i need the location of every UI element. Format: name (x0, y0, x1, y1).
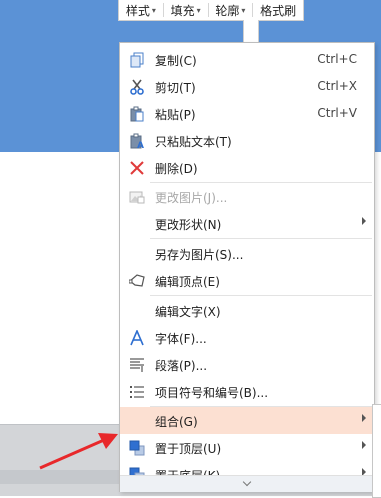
paragraph-icon (128, 356, 146, 374)
shortcut-text: Ctrl+V (317, 106, 357, 120)
send-to-back-icon (128, 466, 146, 475)
bullets-icon (128, 383, 146, 401)
submenu-arrow-icon (362, 468, 366, 475)
annotation-arrow-icon (39, 433, 118, 470)
menu-item-paste[interactable]: 粘贴(P) Ctrl+V (120, 100, 374, 127)
menu-item-group[interactable]: 组合(G) (120, 407, 374, 434)
menu-item-paste-text-only[interactable]: A 只粘贴文本(T) (120, 127, 374, 154)
format-painter-label: 格式刷 (260, 3, 297, 18)
chevron-down-icon: ▾ (151, 5, 156, 15)
menu-item-paragraph[interactable]: 段落(P)... (120, 351, 374, 378)
context-menu: 复制(C) Ctrl+C 剪切(T) Ctrl+X 粘贴(P) Ctrl+V A… (119, 42, 375, 492)
fill-label: 填充 (170, 3, 195, 18)
menu-item-change-shape[interactable]: 更改形状(N) (120, 210, 374, 237)
shortcut-text: Ctrl+C (317, 52, 357, 66)
menu-divider (150, 295, 372, 296)
menu-item-label: 段落(P)... (155, 359, 208, 373)
menu-item-save-as-picture[interactable]: 另存为图片(S)... (120, 240, 374, 267)
shortcut-text: Ctrl+X (317, 79, 357, 93)
outline-button[interactable]: 轮廓 ▾ (209, 0, 253, 20)
svg-text:A: A (137, 141, 144, 149)
paste-text-icon: A (128, 132, 146, 150)
chevron-down-icon: ▾ (196, 5, 201, 15)
menu-item-label: 置于底层(K) (155, 467, 220, 475)
paste-icon (128, 105, 146, 123)
menu-item-label: 删除(D) (155, 162, 198, 176)
menu-item-change-picture[interactable]: 更改图片(J)... (120, 183, 374, 210)
menu-item-label: 组合(G) (155, 415, 198, 429)
menu-item-label: 复制(C) (155, 54, 197, 68)
toolbar-connector (243, 20, 259, 42)
style-label: 样式 (125, 3, 150, 18)
mini-toolbar: 样式 ▾ 填充 ▾ 轮廓 ▾ 格式刷 (118, 0, 304, 21)
menu-item-label: 只粘贴文本(T) (155, 135, 232, 149)
format-painter-button[interactable]: 格式刷 (253, 0, 303, 20)
change-picture-icon (128, 188, 146, 206)
menu-item-send-to-back[interactable]: 置于底层(K) (120, 461, 374, 475)
delete-x-icon (128, 159, 146, 177)
font-icon (128, 329, 146, 347)
edit-points-icon (128, 272, 146, 290)
chevron-down-icon (242, 477, 252, 487)
menu-item-label: 剪切(T) (155, 81, 196, 95)
menu-item-label: 置于顶层(U) (155, 442, 222, 456)
submenu-arrow-icon (362, 441, 366, 449)
menu-item-label: 字体(F)... (155, 332, 207, 346)
group-submenu (372, 404, 381, 498)
menu-item-label: 另存为图片(S)... (155, 248, 244, 262)
menu-item-label: 更改图片(J)... (155, 191, 228, 205)
menu-item-bring-to-front[interactable]: 置于顶层(U) (120, 434, 374, 461)
menu-item-cut[interactable]: 剪切(T) Ctrl+X (120, 73, 374, 100)
menu-item-bullets-numbering[interactable]: 项目符号和编号(B)... (120, 378, 374, 405)
bring-to-front-icon (128, 439, 146, 457)
menu-divider (150, 238, 372, 239)
menu-item-label: 编辑顶点(E) (155, 275, 220, 289)
style-button[interactable]: 样式 ▾ (119, 0, 163, 20)
chevron-down-icon: ▾ (241, 5, 246, 15)
copy-icon (128, 51, 146, 69)
submenu-arrow-icon (362, 414, 366, 422)
menu-item-label: 编辑文字(X) (155, 305, 221, 319)
outline-label: 轮廓 (215, 3, 240, 18)
menu-item-delete[interactable]: 删除(D) (120, 154, 374, 181)
menu-item-font[interactable]: 字体(F)... (120, 324, 374, 351)
fill-button[interactable]: 填充 ▾ (164, 0, 208, 20)
menu-item-edit-text[interactable]: 编辑文字(X) (120, 297, 374, 324)
menu-item-label: 更改形状(N) (155, 218, 222, 232)
submenu-arrow-icon (362, 217, 366, 225)
menu-item-label: 粘贴(P) (155, 108, 196, 122)
menu-item-edit-points[interactable]: 编辑顶点(E) (120, 267, 374, 294)
menu-scroll-down-button[interactable] (120, 475, 374, 492)
menu-item-label: 项目符号和编号(B)... (155, 386, 269, 400)
menu-item-copy[interactable]: 复制(C) Ctrl+C (120, 46, 374, 73)
scissors-icon (128, 78, 146, 96)
